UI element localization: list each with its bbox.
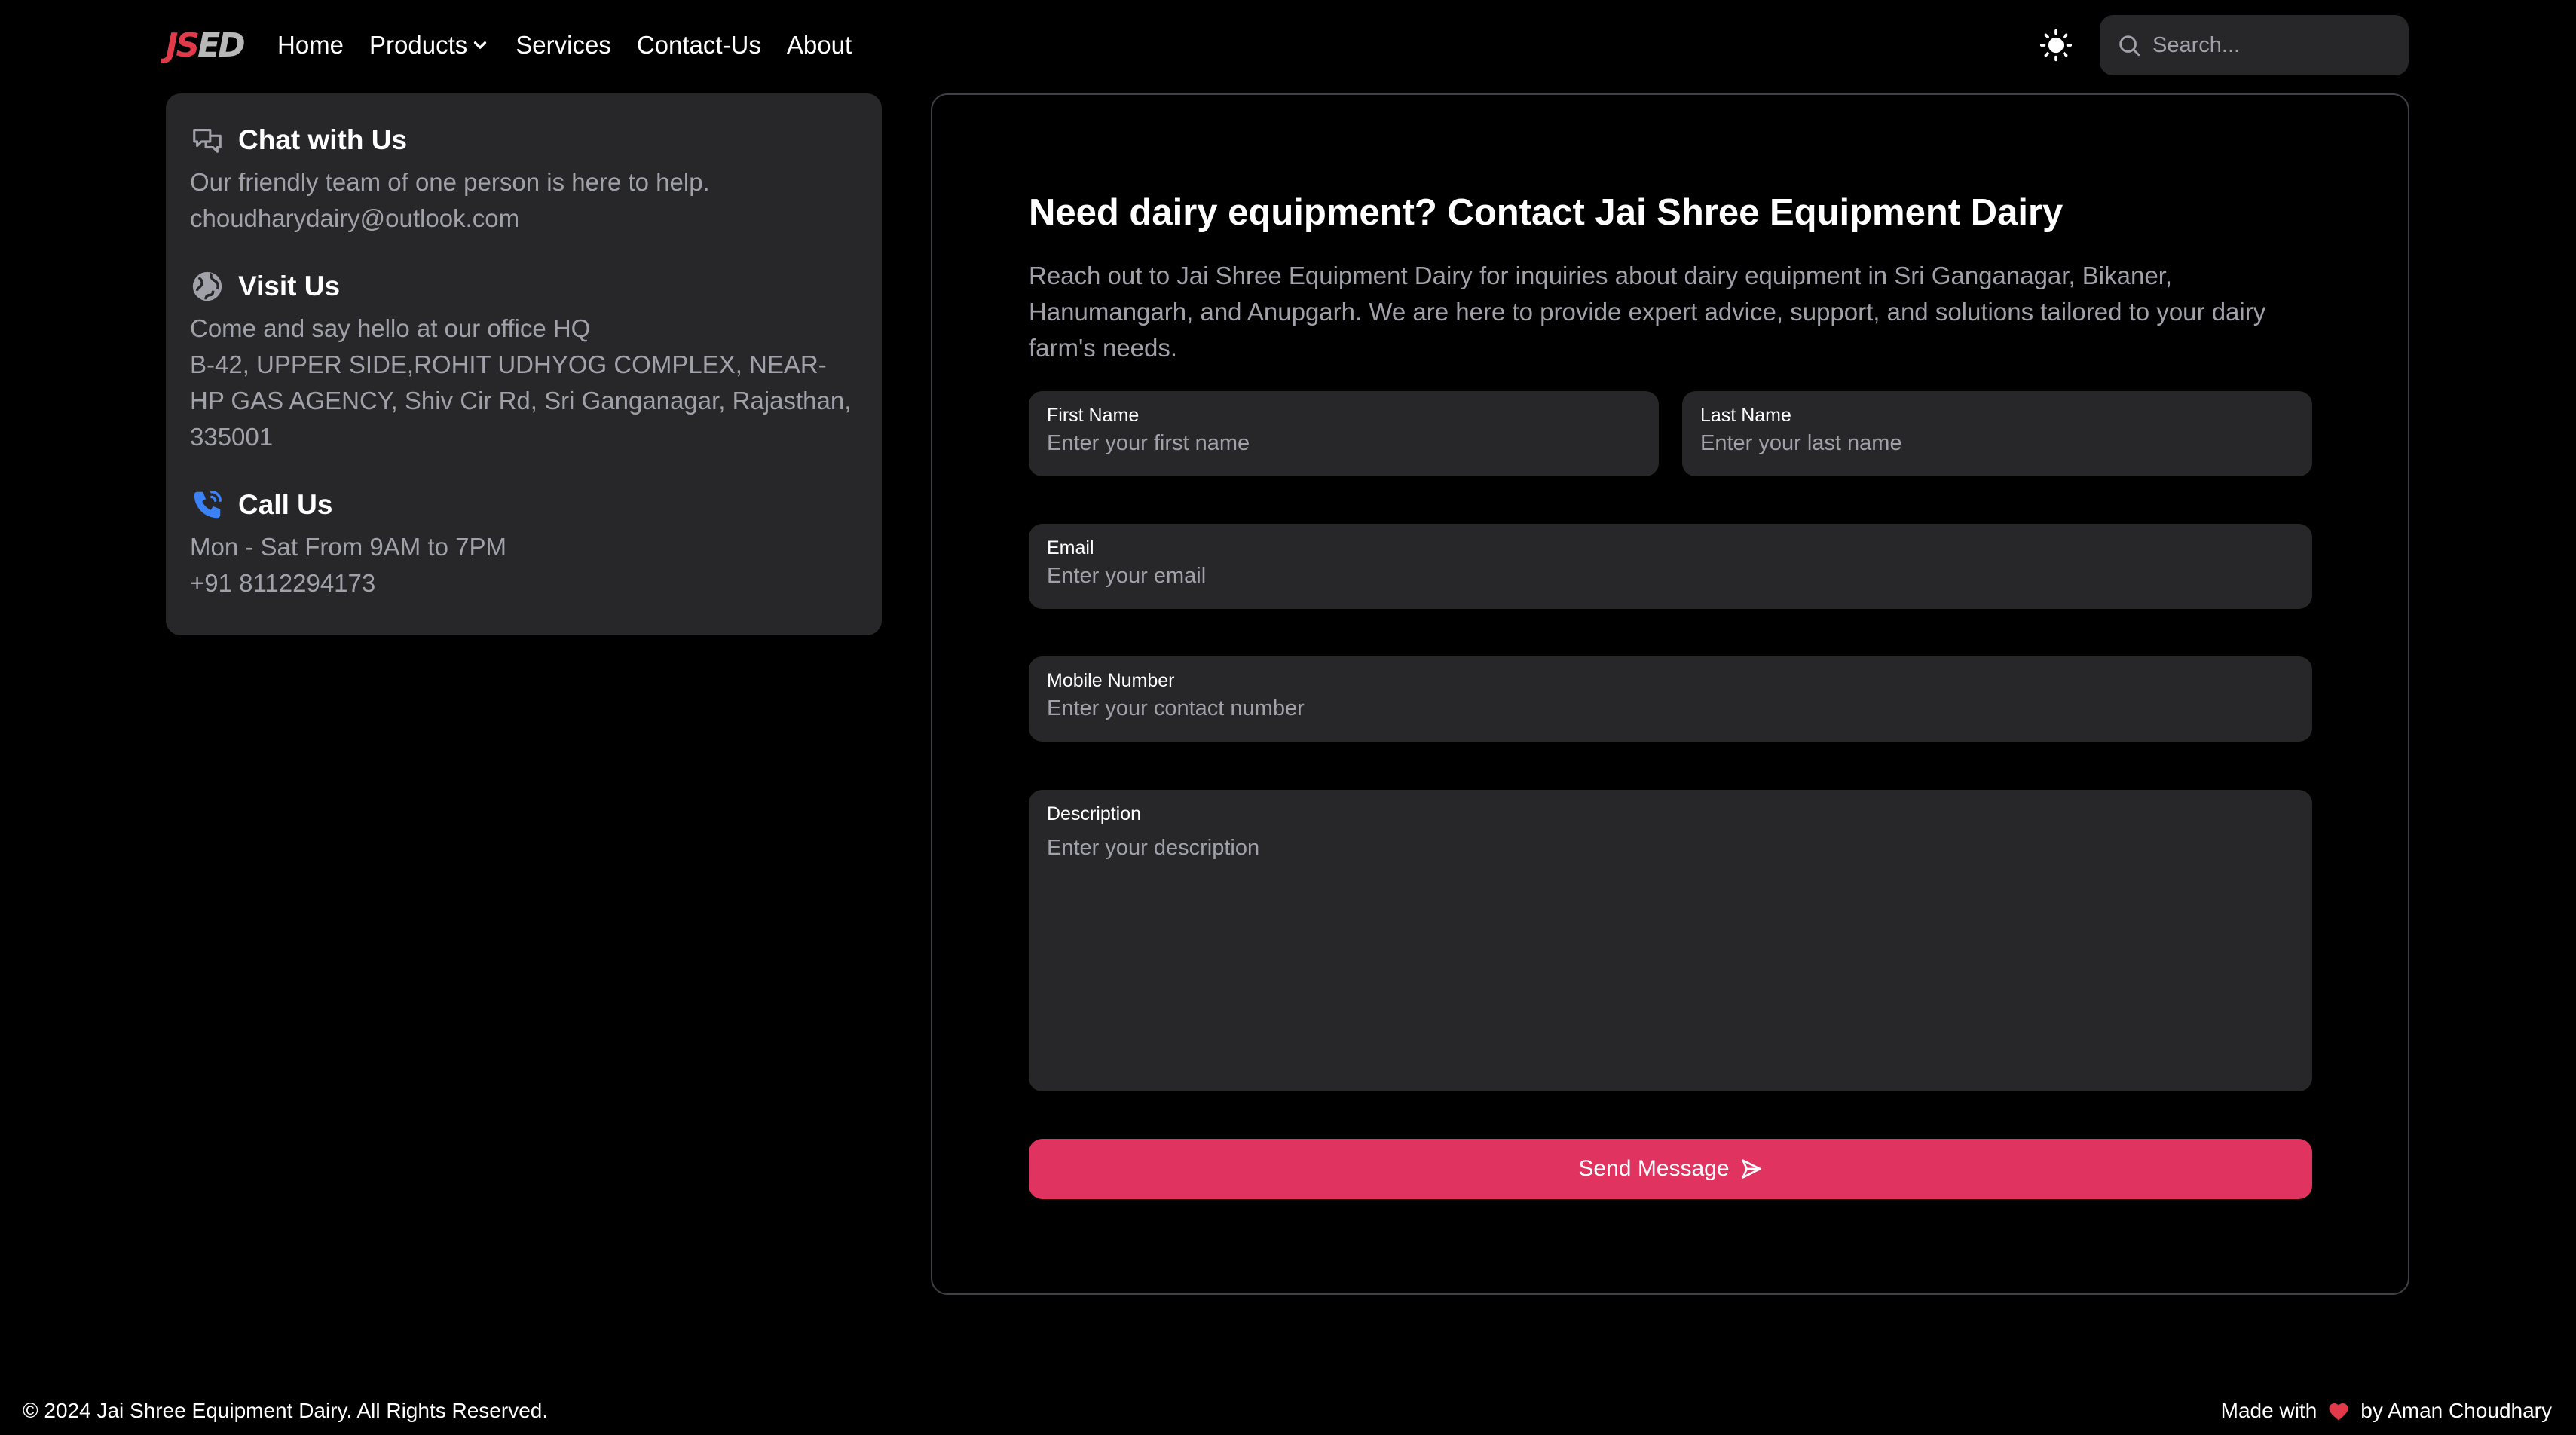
visit-title: Visit Us	[238, 271, 341, 301]
nav-link-products-label: Products	[369, 31, 468, 59]
mobile-input[interactable]	[1047, 696, 2294, 721]
send-message-button[interactable]: Send Message	[1029, 1139, 2312, 1199]
phone-icon	[194, 491, 222, 519]
call-hours: Mon - Sat From 9AM to 7PM	[190, 533, 506, 561]
globe-icon	[192, 271, 222, 301]
author-credit: by Aman Choudhary	[2360, 1399, 2552, 1422]
footer-copyright: © 2024 Jai Shree Equipment Dairy. All Ri…	[23, 1399, 549, 1422]
search-box[interactable]	[2100, 15, 2409, 75]
contact-form-card: Need dairy equipment? Contact Jai Shree …	[931, 93, 2409, 1295]
visit-address: B-42, UPPER SIDE,ROHIT UDHYOG COMPLEX, N…	[190, 350, 852, 451]
nav-link-home[interactable]: Home	[277, 31, 344, 60]
chat-email[interactable]: choudharydairy@outlook.com	[190, 200, 858, 237]
email-input[interactable]	[1047, 564, 2294, 589]
nav-links: Home Products Services Contact-Us About	[277, 26, 877, 65]
search-input[interactable]	[2151, 32, 2403, 59]
made-with-text: Made with	[2220, 1399, 2317, 1422]
call-phone[interactable]: +91 8112294173	[190, 565, 858, 601]
footer-credit: Made with by Aman Choudhary	[2221, 1399, 2552, 1423]
last-name-label: Last Name	[1700, 405, 1791, 426]
form-description: Reach out to Jai Shree Equipment Dairy f…	[1029, 262, 2266, 362]
form-title: Need dairy equipment? Contact Jai Shree …	[1029, 192, 2064, 233]
search-icon	[2119, 35, 2140, 57]
chat-section: Chat with Us Our friendly team of one pe…	[190, 121, 858, 237]
email-label: Email	[1047, 537, 1094, 558]
description-label: Description	[1047, 803, 1142, 825]
site-logo[interactable]: JS ED	[166, 26, 246, 65]
top-navbar: JS ED Home Products Services Contact-Us A…	[0, 0, 2576, 90]
last-name-input[interactable]	[1700, 431, 2294, 456]
first-name-field[interactable]: First Name	[1029, 391, 1659, 476]
logo-text-part2: ED	[197, 26, 246, 65]
chat-bubbles-icon	[193, 129, 222, 153]
contact-info-card: Chat with Us Our friendly team of one pe…	[166, 93, 882, 635]
first-name-input[interactable]	[1047, 431, 1641, 456]
chevron-down-icon	[474, 41, 487, 49]
last-name-field[interactable]: Last Name	[1682, 391, 2312, 476]
mobile-label: Mobile Number	[1047, 670, 1175, 691]
first-name-label: First Name	[1047, 405, 1140, 426]
heart-icon	[2329, 1403, 2348, 1421]
nav-link-about[interactable]: About	[787, 31, 852, 60]
send-icon	[1741, 1159, 1761, 1179]
visit-text: Come and say hello at our office HQ	[190, 314, 591, 342]
visit-section: Visit Us Come and say hello at our offic…	[190, 267, 858, 455]
chat-title: Chat with Us	[238, 124, 408, 155]
email-field[interactable]: Email	[1029, 524, 2312, 609]
chat-text: Our friendly team of one person is here …	[190, 168, 710, 196]
sun-icon[interactable]	[2039, 29, 2073, 62]
nav-link-products[interactable]: Products	[369, 31, 490, 60]
logo-text-part1: JS	[166, 26, 200, 65]
send-message-label: Send Message	[1578, 1156, 1730, 1181]
nav-link-services[interactable]: Services	[516, 31, 611, 60]
nav-link-contact[interactable]: Contact-Us	[637, 31, 761, 60]
mobile-field[interactable]: Mobile Number	[1029, 656, 2312, 742]
description-field[interactable]: Description	[1029, 790, 2312, 1091]
description-textarea[interactable]	[1047, 836, 2294, 1062]
call-section: Call Us Mon - Sat From 9AM to 7PM +91 81…	[190, 485, 858, 601]
call-title: Call Us	[238, 489, 333, 520]
